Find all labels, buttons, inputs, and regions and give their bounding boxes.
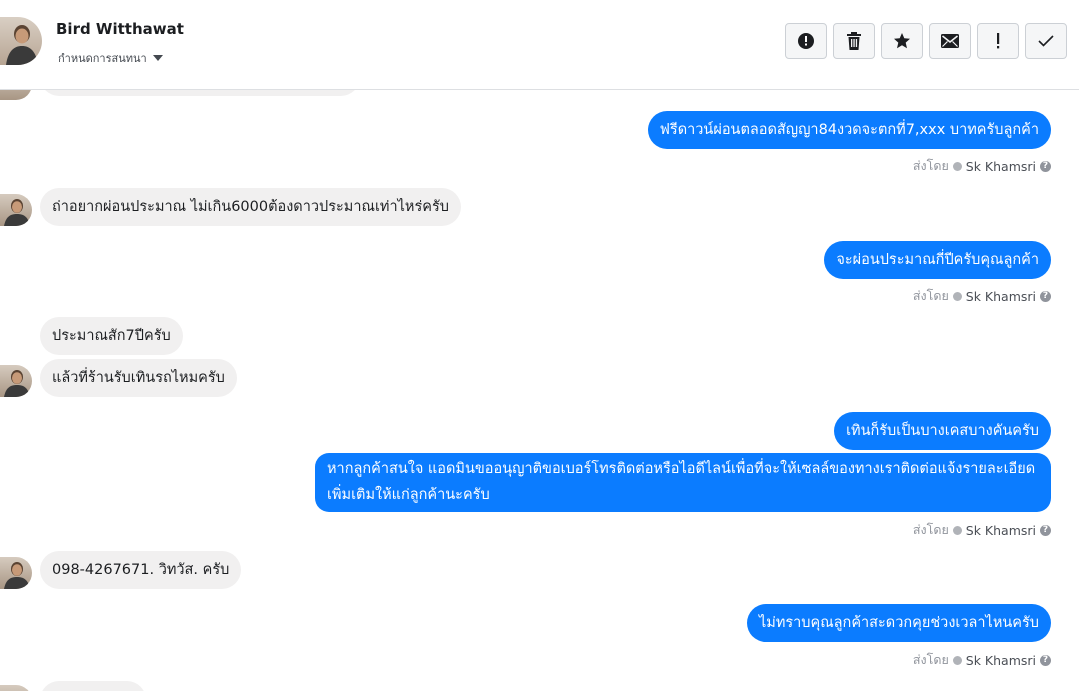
sent-by-label: ส่งโดย Sk Khamsri ? bbox=[913, 520, 1051, 540]
message-bubble-outgoing[interactable]: ไม่ทราบคุณลูกค้าสะดวกคุยช่วงเวลาไหนครับ bbox=[746, 604, 1051, 642]
sent-by-agent[interactable]: Sk Khamsri bbox=[966, 159, 1036, 174]
contact-avatar-small bbox=[0, 194, 32, 226]
mark-spam-button[interactable] bbox=[785, 23, 827, 59]
envelope-icon bbox=[941, 34, 959, 48]
conversation-header: Bird Witthawat กำหนดการสนทนา bbox=[0, 0, 1079, 90]
verified-icon bbox=[952, 161, 962, 171]
sent-by-prefix: ส่งโดย bbox=[912, 652, 949, 667]
mark-done-button[interactable] bbox=[1025, 23, 1067, 59]
sent-by-prefix: ส่งโดย bbox=[912, 158, 949, 173]
message-bubble-incoming[interactable]: แล้วที่ร้านรับเทินรถไหมครับ bbox=[40, 359, 237, 397]
star-icon bbox=[894, 33, 910, 49]
message-bubble-incoming[interactable]: ประมาณสัก7ปีครับ bbox=[40, 317, 183, 355]
mark-unread-button[interactable] bbox=[929, 23, 971, 59]
conversation-toolbar bbox=[785, 23, 1067, 59]
sent-by-prefix: ส่งโดย bbox=[912, 522, 949, 537]
help-icon[interactable]: ? bbox=[1040, 654, 1051, 666]
contact-avatar-small bbox=[0, 685, 32, 691]
sent-by-label: ส่งโดย Sk Khamsri ? bbox=[913, 286, 1051, 306]
important-button[interactable] bbox=[977, 23, 1019, 59]
check-icon bbox=[1038, 35, 1054, 47]
help-icon[interactable]: ? bbox=[1040, 160, 1051, 172]
message-bubble-outgoing[interactable]: จะผ่อนประมาณกี่ปีครับคุณลูกค้า bbox=[824, 241, 1051, 279]
star-button[interactable] bbox=[881, 23, 923, 59]
exclamation-icon bbox=[997, 33, 1000, 49]
message-bubble-incoming[interactable]: ถ่าอยากผ่อนประมาณ ไม่เกิน6000ต้องดาวประม… bbox=[40, 188, 461, 226]
alert-circle-icon bbox=[798, 33, 814, 49]
conversation-schedule-dropdown[interactable]: กำหนดการสนทนา bbox=[58, 49, 163, 67]
sent-by-agent[interactable]: Sk Khamsri bbox=[966, 523, 1036, 538]
message-bubble-incoming-partial bbox=[40, 90, 360, 96]
message-bubble-outgoing[interactable]: เทินก็รับเป็นบางเคสบางคันครับ bbox=[834, 412, 1051, 450]
contact-name[interactable]: Bird Witthawat bbox=[56, 20, 184, 38]
sent-by-agent[interactable]: Sk Khamsri bbox=[966, 653, 1036, 668]
message-thread[interactable]: ฟรีดาวน์ผ่อนตลอดสัญญา84งวดจะตกที่7,xxx บ… bbox=[0, 90, 1079, 691]
delete-button[interactable] bbox=[833, 23, 875, 59]
message-bubble-incoming-partial bbox=[40, 681, 146, 691]
sent-by-label: ส่งโดย Sk Khamsri ? bbox=[913, 650, 1051, 670]
message-bubble-outgoing[interactable]: หากลูกค้าสนใจ แอดมินขออนุญาติขอเบอร์โทรต… bbox=[315, 453, 1051, 512]
verified-icon bbox=[952, 525, 962, 535]
caret-down-icon bbox=[152, 55, 163, 61]
help-icon[interactable]: ? bbox=[1040, 524, 1051, 536]
verified-icon bbox=[952, 655, 962, 665]
contact-avatar-small bbox=[0, 365, 32, 397]
message-bubble-incoming[interactable]: 098-4267671. วิทวัส. ครับ bbox=[40, 551, 242, 589]
verified-icon bbox=[952, 291, 962, 301]
contact-avatar-small bbox=[0, 90, 32, 100]
message-bubble-outgoing[interactable]: ฟรีดาวน์ผ่อนตลอดสัญญา84งวดจะตกที่7,xxx บ… bbox=[647, 111, 1051, 149]
help-icon[interactable]: ? bbox=[1040, 290, 1051, 302]
sent-by-agent[interactable]: Sk Khamsri bbox=[966, 289, 1036, 304]
sent-by-prefix: ส่งโดย bbox=[912, 288, 949, 303]
contact-avatar[interactable] bbox=[0, 17, 42, 65]
contact-avatar-small bbox=[0, 557, 32, 589]
trash-icon bbox=[847, 32, 861, 50]
sent-by-label: ส่งโดย Sk Khamsri ? bbox=[913, 156, 1051, 176]
conversation-schedule-label: กำหนดการสนทนา bbox=[58, 52, 147, 65]
